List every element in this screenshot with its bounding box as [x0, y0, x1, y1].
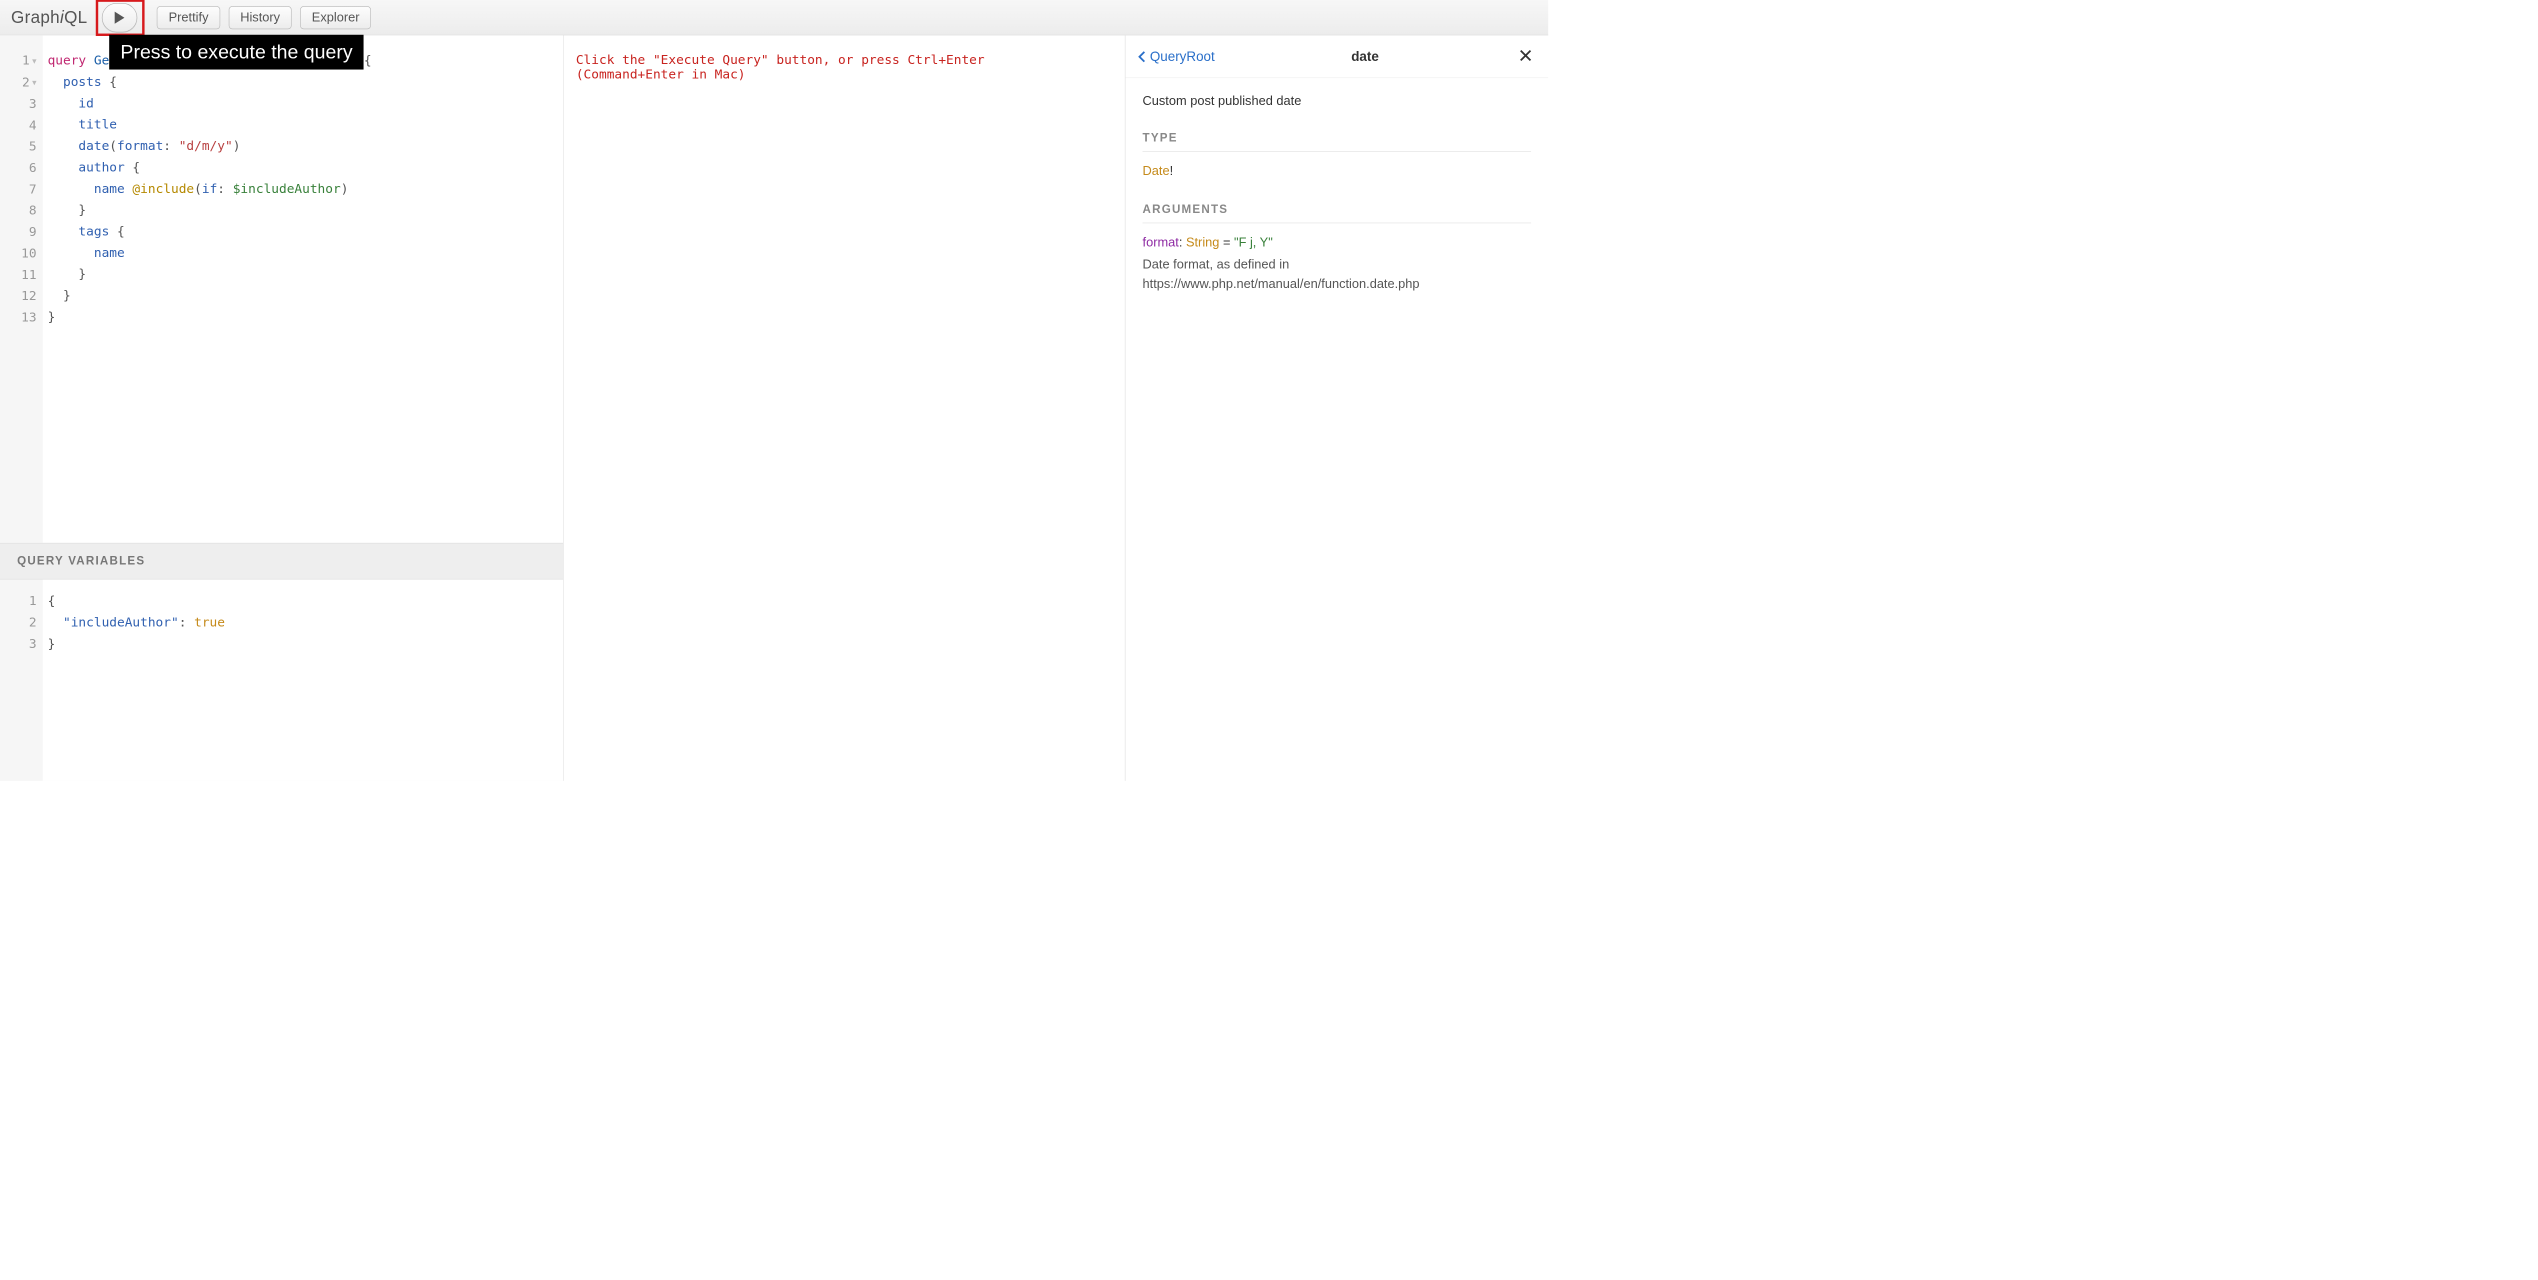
doc-arg-default: "F j, Y" [1234, 235, 1273, 249]
execute-button[interactable] [102, 3, 137, 32]
variables-code[interactable]: { "includeAuthor": true} [43, 580, 563, 781]
app-logo: GraphiQL [11, 8, 88, 28]
doc-argument-row: format: String = "F j, Y" Date format, a… [1143, 235, 1532, 293]
doc-arguments-heading: ARGUMENTS [1143, 203, 1532, 223]
history-button[interactable]: History [229, 6, 292, 29]
prettify-button[interactable]: Prettify [157, 6, 220, 29]
chevron-left-icon [1138, 50, 1147, 62]
result-placeholder: Click the "Execute Query" button, or pre… [576, 52, 1076, 81]
doc-type-value[interactable]: Date! [1143, 164, 1532, 179]
variables-gutter: 123 [0, 580, 43, 781]
play-icon [114, 11, 126, 24]
doc-close-button[interactable] [1515, 46, 1536, 67]
doc-description: Custom post published date [1143, 94, 1532, 109]
explorer-button[interactable]: Explorer [300, 6, 371, 29]
close-icon [1519, 48, 1532, 61]
query-gutter: 1▼2▼345678910111213 [0, 35, 43, 543]
query-editor[interactable]: 1▼2▼345678910111213 query GetPosts($incl… [0, 35, 563, 543]
doc-explorer: QueryRoot date Custom post published dat… [1125, 35, 1548, 780]
doc-arg-name[interactable]: format [1143, 235, 1179, 249]
topbar: GraphiQL Press to execute the query Pret… [0, 0, 1548, 35]
doc-arg-type[interactable]: String [1186, 235, 1219, 249]
execute-tooltip: Press to execute the query [109, 34, 363, 69]
editor-column: 1▼2▼345678910111213 query GetPosts($incl… [0, 35, 564, 780]
doc-type-heading: TYPE [1143, 132, 1532, 152]
variables-editor[interactable]: 123 { "includeAuthor": true} [0, 580, 563, 781]
query-code[interactable]: query GetPosts($includeAuthor: Boolean!)… [43, 35, 563, 543]
doc-back-label: QueryRoot [1150, 48, 1215, 64]
doc-arg-desc: Date format, as defined in https://www.p… [1143, 255, 1532, 293]
query-variables-header[interactable]: QUERY VARIABLES [0, 543, 563, 580]
doc-back-button[interactable]: QueryRoot [1138, 48, 1215, 64]
result-pane: Click the "Execute Query" button, or pre… [564, 35, 1125, 780]
doc-title: date [1215, 48, 1515, 64]
